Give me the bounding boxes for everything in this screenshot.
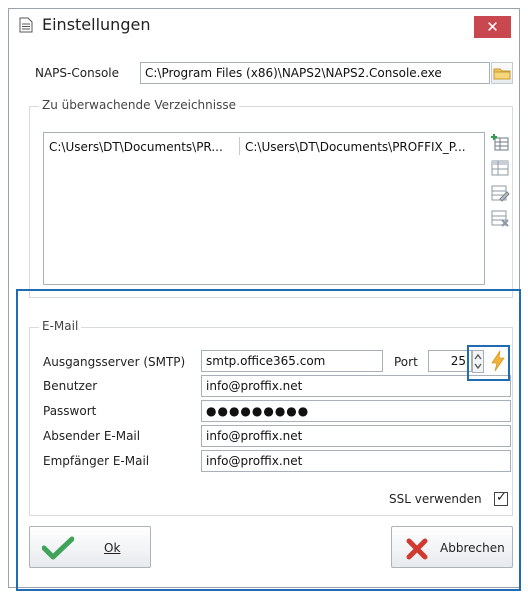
folders-list[interactable]: C:\Users\DT\Documents\PR... C:\Users\DT\… (43, 132, 485, 285)
browse-button[interactable] (491, 62, 513, 84)
folders-group-legend: Zu überwachende Verzeichnisse (39, 98, 239, 112)
naps-console-path-input[interactable]: C:\Program Files (x86)\NAPS2\NAPS2.Conso… (140, 62, 490, 84)
add-row-icon[interactable] (490, 133, 510, 153)
close-button[interactable]: ✕ (474, 16, 511, 38)
email-highlight-frame (16, 289, 521, 591)
test-button-highlight-frame (467, 345, 510, 381)
window-title: Einstellungen (42, 15, 151, 34)
delete-row-icon[interactable] (490, 208, 510, 228)
edit-row-icon[interactable] (490, 183, 510, 203)
settings-dialog: Einstellungen ✕ NAPS-Console C:\Program … (8, 8, 521, 591)
edit-table-icon[interactable] (490, 158, 510, 178)
close-icon: ✕ (486, 18, 499, 36)
list-item-source[interactable]: C:\Users\DT\Documents\PR... (49, 140, 223, 154)
naps-console-label: NAPS-Console (35, 66, 120, 80)
folder-icon (493, 68, 511, 80)
title-bar: Einstellungen ✕ (9, 9, 519, 41)
document-icon (19, 17, 33, 33)
list-item-target[interactable]: C:\Users\DT\Documents\PROFFIX_P... (245, 140, 466, 154)
column-separator (239, 137, 240, 155)
